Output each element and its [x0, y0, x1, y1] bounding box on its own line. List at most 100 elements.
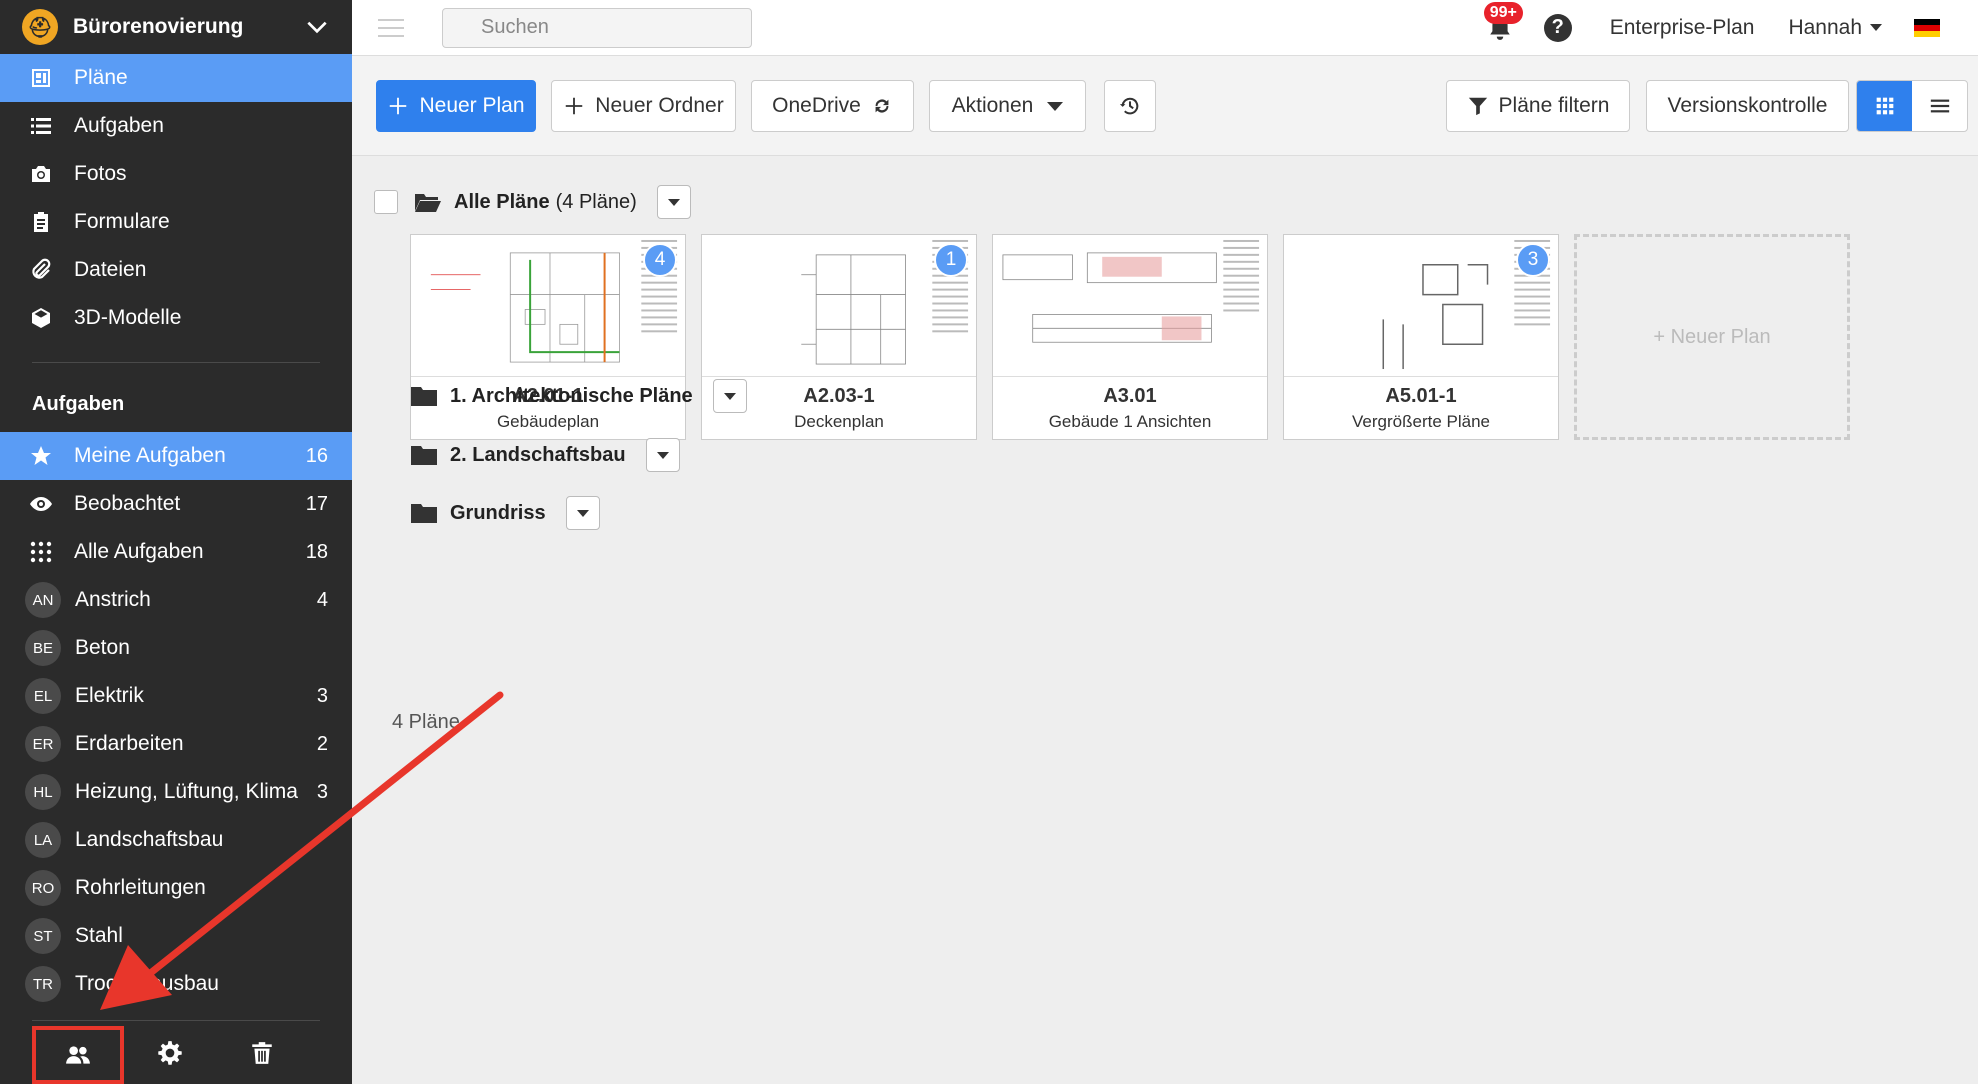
trash-button[interactable] [216, 1025, 308, 1081]
plan-card[interactable]: 3 A5.01-1 Vergrößerte Pläne [1283, 234, 1559, 440]
new-plan-card[interactable]: + Neuer Plan [1574, 234, 1850, 440]
list-lines-icon [1930, 99, 1949, 113]
settings-button[interactable] [124, 1025, 216, 1081]
trade-item-erdarbeiten[interactable]: ER Erdarbeiten 2 [0, 720, 352, 768]
folder-name: Grundriss [450, 501, 546, 524]
german-flag-icon[interactable] [1914, 18, 1940, 37]
task-item-all-tasks[interactable]: Alle Aufgaben 18 [0, 528, 352, 576]
list-icon [28, 113, 54, 139]
plans-content: Alle Pläne (4 Pläne) 4 A2.01-1 Gebäudepl… [352, 157, 1978, 1084]
new-folder-button[interactable]: Neuer Ordner [551, 80, 736, 132]
plan-card[interactable]: A3.01 Gebäude 1 Ansichten [992, 234, 1268, 440]
onedrive-button[interactable]: OneDrive [751, 80, 914, 132]
search-input[interactable] [481, 16, 746, 39]
trade-item-stahl[interactable]: ST Stahl [0, 912, 352, 960]
nav-item-tasks[interactable]: Aufgaben [0, 102, 352, 150]
actions-label: Aktionen [951, 94, 1034, 117]
task-item-my-tasks[interactable]: Meine Aufgaben 16 [0, 432, 352, 480]
trade-item-trockenausbau[interactable]: TR Trockenausbau [0, 960, 352, 1008]
sync-icon [875, 99, 889, 113]
search-box[interactable] [442, 7, 752, 48]
folder-row-architectural[interactable]: 1. Architektonische Pläne [410, 379, 747, 413]
trade-avatar: HL [25, 774, 61, 810]
trade-label: Landschaftsbau [75, 828, 224, 851]
paperclip-icon [28, 257, 54, 283]
task-label: Alle Aufgaben [74, 540, 204, 563]
folder-icon [411, 446, 437, 465]
trade-item-landschaftsbau[interactable]: LA Landschaftsbau [0, 816, 352, 864]
camera-icon [28, 161, 54, 187]
plan-thumbnail [993, 235, 1267, 377]
plans-total: 4 Pläne [392, 711, 460, 733]
trade-avatar: RO [25, 870, 61, 906]
trade-avatar: ST [25, 918, 61, 954]
trade-avatar: LA [25, 822, 61, 858]
caret-down-icon [667, 198, 680, 206]
eye-icon [28, 491, 54, 517]
caret-down-icon [723, 392, 736, 400]
all-plans-row: Alle Pläne (4 Pläne) [374, 185, 691, 219]
nav-label: Dateien [74, 258, 147, 281]
task-item-watched[interactable]: Beobachtet 17 [0, 480, 352, 528]
nav-label: Fotos [74, 162, 127, 185]
grid-dots-icon [28, 539, 54, 565]
trade-count: 4 [316, 588, 328, 611]
user-name: Hannah [1788, 15, 1862, 39]
nav-item-photos[interactable]: Fotos [0, 150, 352, 198]
plan-link[interactable]: Enterprise-Plan [1610, 16, 1755, 40]
folder-row-floorplan[interactable]: Grundriss [410, 496, 600, 530]
nav-item-3d-models[interactable]: 3D-Modelle [0, 294, 352, 342]
trade-count: 2 [316, 732, 328, 755]
plans-icon [28, 65, 54, 91]
all-plans-dropdown[interactable] [656, 185, 691, 219]
trade-label: Heizung, Lüftung, Klima [75, 780, 298, 803]
task-count: 18 [305, 540, 328, 563]
version-control-button[interactable]: Versionskontrolle [1646, 80, 1849, 132]
project-header[interactable]: ⛑ Bürorenovierung [0, 0, 352, 54]
task-pin-badge: 1 [934, 243, 968, 277]
people-icon [66, 1045, 90, 1064]
plan-thumbnail: 3 [1284, 235, 1558, 377]
history-button[interactable] [1104, 80, 1156, 132]
nav-item-plans[interactable]: Pläne [0, 54, 352, 102]
trade-avatar: BE [25, 630, 61, 666]
plan-subtitle: Vergrößerte Pläne [1352, 412, 1490, 431]
user-menu[interactable]: Hannah [1788, 16, 1882, 40]
team-button[interactable] [32, 1025, 124, 1084]
grid-view-button[interactable] [1857, 81, 1912, 131]
actions-dropdown[interactable]: Aktionen [929, 80, 1086, 132]
nav-label: 3D-Modelle [74, 306, 182, 329]
notifications-button[interactable]: 99+ [1480, 1, 1523, 48]
cube-icon [28, 305, 54, 331]
trade-item-anstrich[interactable]: AN Anstrich 4 [0, 576, 352, 624]
nav-item-forms[interactable]: Formulare [0, 198, 352, 246]
caret-down-icon [576, 509, 589, 517]
chevron-down-icon[interactable] [304, 14, 330, 40]
plan-thumbnail: 1 [702, 235, 976, 377]
trade-item-beton[interactable]: BE Beton [0, 624, 352, 672]
trade-item-elektrik[interactable]: EL Elektrik 3 [0, 672, 352, 720]
select-all-checkbox[interactable] [374, 190, 398, 214]
folder-row-landscaping[interactable]: 2. Landschaftsbau [410, 438, 680, 472]
new-plan-button[interactable]: Neuer Plan [376, 80, 536, 132]
filter-plans-button[interactable]: Pläne filtern [1446, 80, 1630, 132]
task-label: Meine Aufgaben [74, 444, 226, 467]
trade-item-rohrleitungen[interactable]: RO Rohrleitungen [0, 864, 352, 912]
folder-dropdown[interactable] [712, 379, 747, 413]
trade-avatar: ER [25, 726, 61, 762]
trade-item-hvac[interactable]: HL Heizung, Lüftung, Klima 3 [0, 768, 352, 816]
plan-name: A5.01-1 [1385, 385, 1457, 407]
nav-item-files[interactable]: Dateien [0, 246, 352, 294]
all-plans-title: Alle Pläne [454, 190, 550, 213]
hamburger-menu-icon[interactable] [378, 18, 404, 37]
nav-label: Pläne [74, 66, 128, 89]
folder-dropdown[interactable] [645, 438, 680, 472]
caret-down-icon [1047, 101, 1064, 111]
list-view-button[interactable] [1912, 81, 1967, 131]
notification-badge: 99+ [1483, 1, 1523, 24]
help-icon[interactable]: ? [1543, 13, 1572, 42]
trade-label: Elektrik [75, 684, 144, 707]
folder-dropdown[interactable] [565, 496, 600, 530]
folder-name: 1. Architektonische Pläne [450, 384, 693, 407]
caret-down-icon [1870, 24, 1882, 31]
